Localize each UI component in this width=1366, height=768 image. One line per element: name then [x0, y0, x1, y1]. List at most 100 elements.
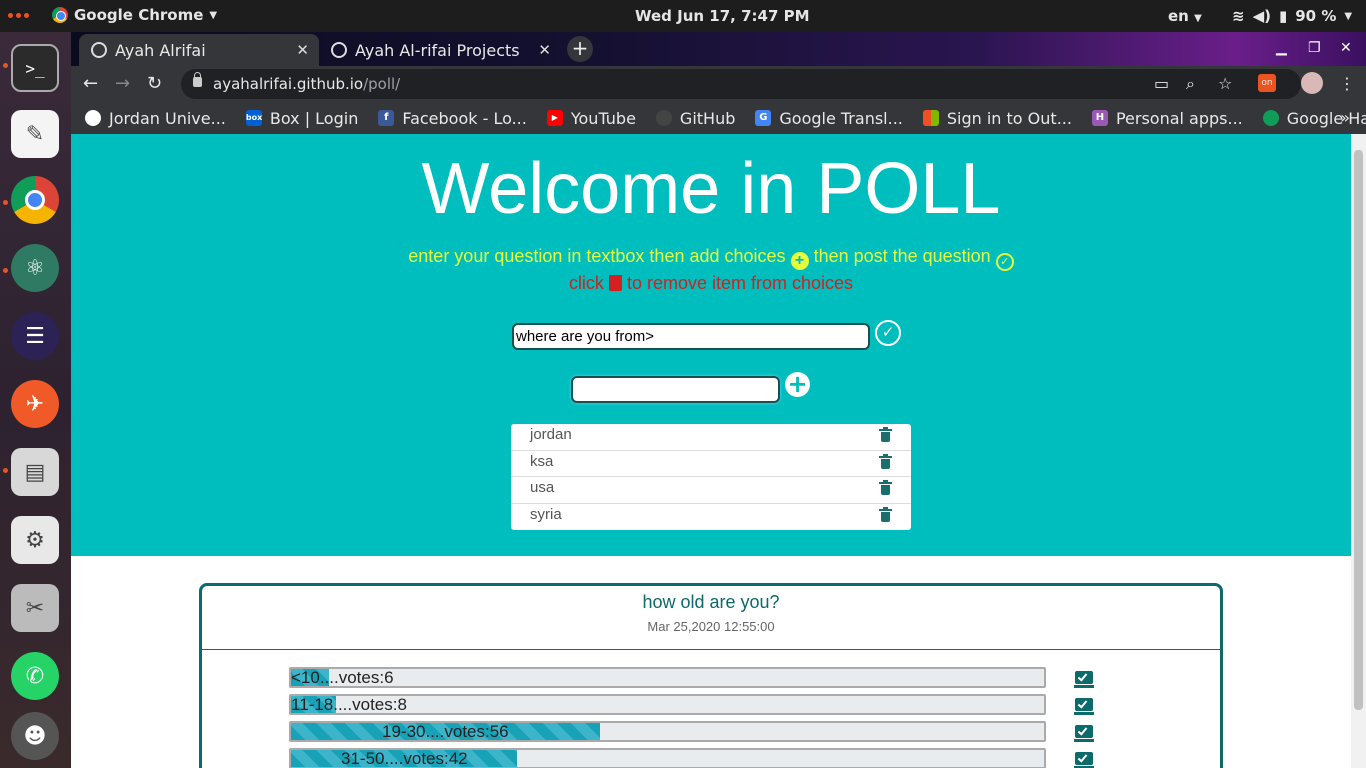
close-icon[interactable]: ✕	[538, 41, 551, 59]
running-indicator	[3, 268, 8, 273]
app-menu[interactable]: Google Chrome ▼	[52, 6, 217, 24]
bookmark-google-translate[interactable]: G Google Transl...	[755, 109, 903, 128]
close-window-icon[interactable]: ✕	[1340, 40, 1352, 56]
chrome-icon[interactable]	[11, 176, 59, 224]
vote-check-icon[interactable]	[1073, 724, 1095, 742]
trash-icon[interactable]	[879, 506, 892, 522]
close-icon[interactable]: ✕	[296, 41, 309, 59]
instructions-add: enter your question in textbox then add …	[71, 246, 1351, 271]
bookmark-label: Personal apps...	[1115, 108, 1243, 128]
bookmark-youtube[interactable]: ▶ YouTube	[546, 108, 636, 128]
cast-icon[interactable]: ▭	[1154, 74, 1169, 93]
chevron-down-icon: ▼	[1194, 13, 1202, 24]
list-item: syria	[511, 504, 911, 531]
status-area[interactable]: ≋ ◀) ▮ 90 % ▼	[1232, 7, 1352, 25]
university-icon	[85, 110, 101, 126]
poll-question: how old are you?	[642, 592, 780, 612]
running-indicator	[3, 200, 8, 205]
back-icon[interactable]: ←	[83, 73, 98, 94]
question-input[interactable]: where are you from>	[512, 323, 870, 350]
phone-icon[interactable]: ✆	[11, 652, 59, 700]
scrollbar-thumb[interactable]	[1354, 150, 1363, 710]
bookmark-github[interactable]: GitHub	[655, 108, 736, 128]
tab-ayah-alrifai[interactable]: Ayah Alrifai ✕	[79, 34, 319, 66]
instruction-text: enter your question in textbox then add …	[408, 246, 786, 266]
file-manager-icon[interactable]: ▤	[11, 448, 59, 496]
vote-check-icon[interactable]	[1073, 751, 1095, 768]
check-circle-icon: ✓	[995, 253, 1014, 271]
new-tab-button[interactable]: +	[567, 36, 593, 62]
maximize-icon[interactable]: ❐	[1308, 40, 1321, 56]
poll-option-bar: <10....votes:6	[289, 667, 1046, 688]
poll-option-bar: 11-18....votes:8	[289, 694, 1046, 715]
bookmark-personal-apps[interactable]: H Personal apps...	[1091, 108, 1243, 128]
activities-dots-icon[interactable]	[8, 13, 29, 18]
extension-icon[interactable]: on	[1258, 74, 1276, 92]
bookmark-label: Google Hang...	[1286, 108, 1366, 128]
postman-icon[interactable]: ✈	[11, 380, 59, 428]
post-question-check-icon[interactable]: ✓	[875, 320, 901, 346]
microsoft-icon	[922, 110, 939, 126]
list-item: jordan	[511, 424, 911, 451]
vote-check-icon[interactable]	[1073, 670, 1095, 688]
zoom-icon[interactable]: ⌕	[1186, 74, 1195, 94]
bookmarks-more-icon[interactable]: »	[1340, 108, 1350, 127]
tab-ayah-projects[interactable]: Ayah Al-rifai Projects ✕	[319, 34, 561, 66]
option-label: 31-50....votes:42	[341, 749, 468, 768]
option-label: 11-18....votes:8	[291, 695, 407, 714]
reload-icon[interactable]: ↻	[147, 73, 162, 94]
system-tools-icon[interactable]: ⚙	[11, 516, 59, 564]
instruction-text: to remove item from choices	[626, 273, 854, 293]
choice-input[interactable]	[571, 376, 780, 403]
bookmark-label: Google Transl...	[779, 108, 903, 128]
chevron-down-icon: ▼	[1344, 10, 1353, 22]
bookmark-label: YouTube	[570, 108, 636, 128]
tab-title: Ayah Alrifai	[115, 40, 206, 60]
bookmark-label: Box | Login	[269, 108, 359, 128]
bookmark-label: GitHub	[679, 108, 736, 128]
bookmark-google-hangouts[interactable]: Google Hang...	[1262, 108, 1366, 128]
bookmark-label: Jordan Unive...	[109, 108, 226, 128]
tab-strip: Ayah Alrifai ✕ Ayah Al-rifai Projects ✕ …	[71, 32, 1366, 66]
running-indicator	[3, 468, 8, 473]
minimize-icon[interactable]: ▁	[1276, 40, 1287, 56]
settings-tools-icon[interactable]: ✂	[11, 584, 59, 632]
page-title: Welcome in POLL	[421, 149, 1001, 229]
eclipse-icon[interactable]: ☰	[11, 312, 59, 360]
vote-check-icon[interactable]	[1073, 697, 1095, 715]
wifi-icon: ≋	[1232, 7, 1245, 25]
page-scrollbar[interactable]	[1351, 134, 1366, 768]
poll-date: Mar 25,2020 12:55:00	[647, 619, 775, 634]
clock[interactable]: Wed Jun 17, 7:47 PM	[635, 7, 810, 25]
trash-icon[interactable]	[879, 427, 892, 442]
show-apps-icon[interactable]: ☻	[11, 712, 59, 760]
youtube-icon: ▶	[546, 110, 563, 126]
bookmark-outlook[interactable]: Sign in to Out...	[922, 109, 1072, 128]
bookmark-star-icon[interactable]: ☆	[1218, 74, 1232, 93]
bookmark-jordan-university[interactable]: Jordan Unive...	[85, 109, 226, 128]
system-top-bar: Google Chrome ▼ Wed Jun 17, 7:47 PM en ▼…	[0, 0, 1366, 32]
list-item: ksa	[511, 451, 911, 477]
choice-label: usa	[530, 479, 555, 496]
address-bar[interactable]: ayahalrifai.github.io/poll/	[181, 69, 1301, 99]
text-editor-icon[interactable]: ✎	[11, 110, 59, 158]
url-path: /poll/	[363, 75, 401, 93]
menu-kebab-icon[interactable]: ⋮	[1339, 74, 1355, 93]
dock: >_ ✎ ⚛ ☰ ✈ ▤ ⚙ ✂ ✆ ☻	[0, 32, 71, 768]
profile-avatar[interactable]	[1301, 72, 1323, 94]
add-choice-plus-icon[interactable]: +	[785, 372, 810, 397]
url-host: ayahalrifai.github.io	[213, 75, 364, 93]
terminal-icon[interactable]: >_	[11, 44, 59, 92]
forward-icon[interactable]: →	[115, 73, 130, 94]
poll-card: how old are you? Mar 25,2020 12:55:00 <1…	[199, 583, 1223, 768]
battery-level: 90 %	[1295, 7, 1337, 25]
bookmark-facebook[interactable]: f Facebook - Lo...	[378, 109, 527, 128]
trash-icon[interactable]	[879, 453, 892, 469]
bookmark-box[interactable]: box Box | Login	[245, 108, 359, 128]
language-indicator[interactable]: en ▼	[1168, 7, 1202, 25]
running-indicator	[3, 63, 8, 68]
option-label: <10....votes:6	[291, 668, 394, 687]
poll-option-bar: 19-30....votes:56	[289, 721, 1046, 742]
atom-icon[interactable]: ⚛	[11, 244, 59, 292]
trash-icon[interactable]	[879, 480, 892, 495]
